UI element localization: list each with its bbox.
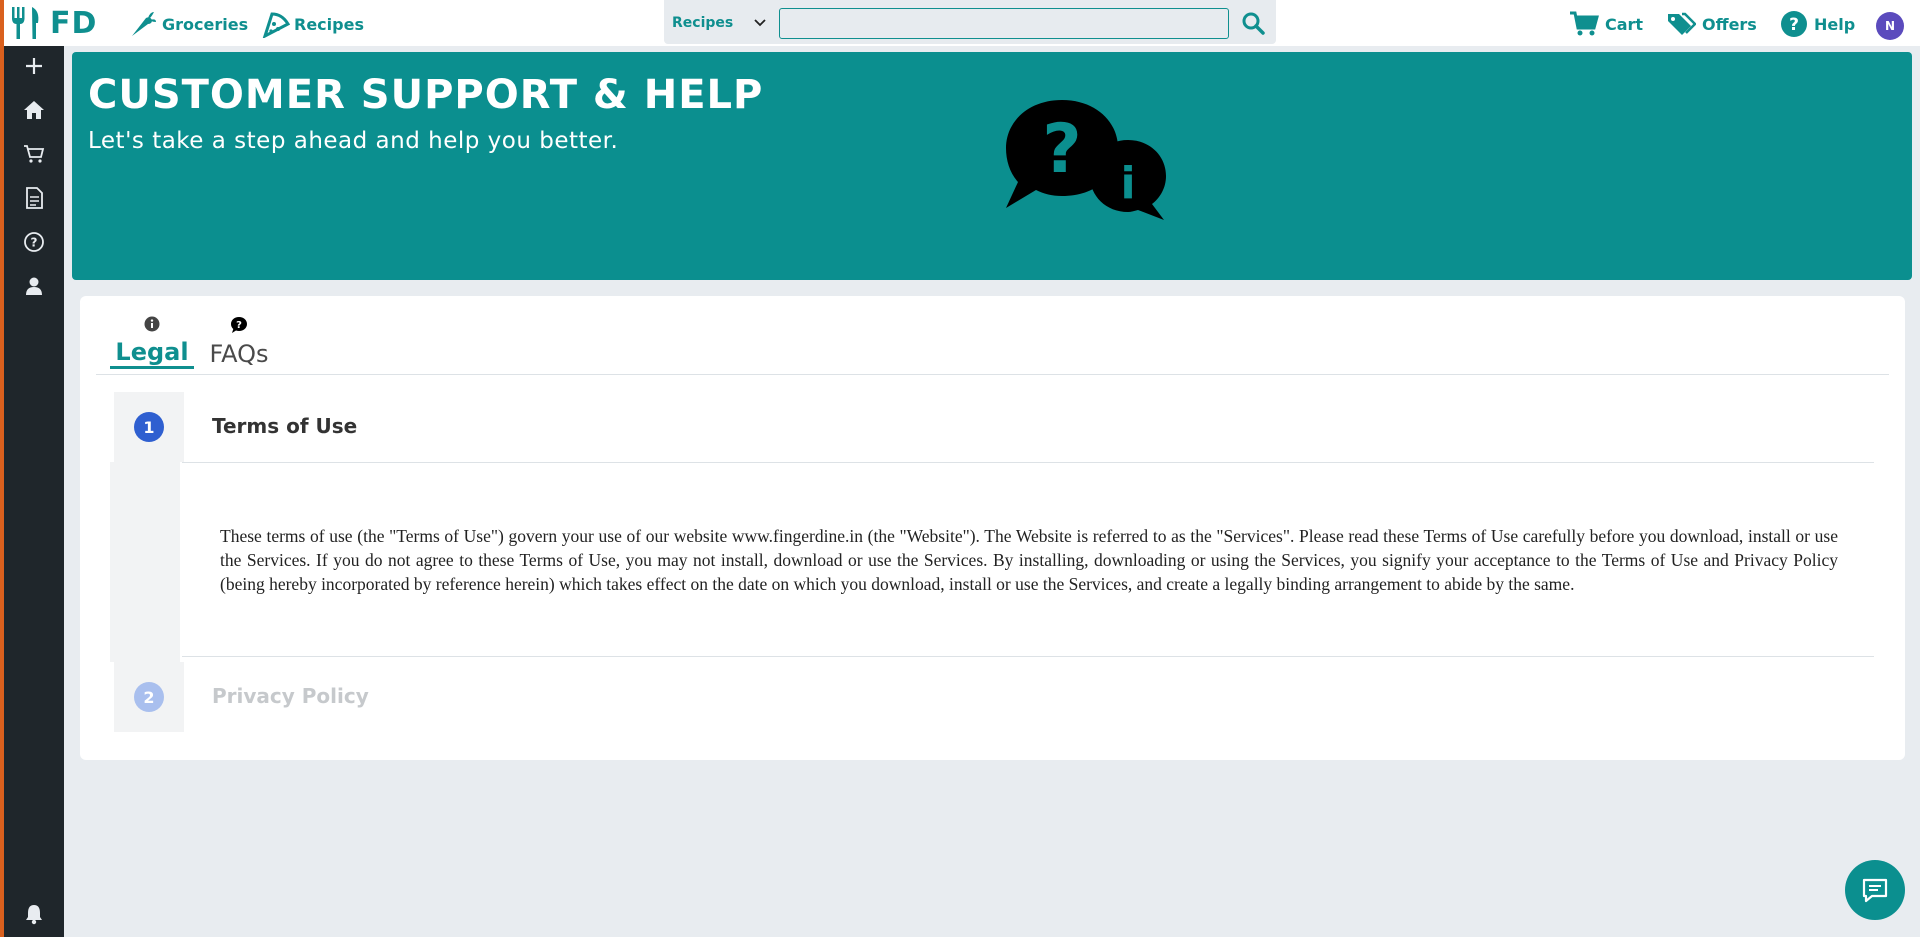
svg-text:i: i [1120, 158, 1135, 209]
step-gutter [110, 462, 180, 662]
step-number-badge: 1 [134, 412, 164, 442]
home-icon [24, 101, 44, 119]
nav-groceries[interactable]: Groceries [128, 10, 248, 38]
chevron-down-icon [754, 19, 766, 27]
search-input[interactable] [779, 8, 1229, 39]
chat-button[interactable] [1845, 860, 1905, 920]
sidebar-item-home[interactable] [22, 98, 46, 122]
user-avatar[interactable]: N [1876, 12, 1904, 40]
nav-cart-label: Cart [1605, 14, 1644, 34]
tab-faqs[interactable]: ? FAQs [202, 316, 276, 368]
question-info-bubbles-icon: ? i [1006, 100, 1166, 220]
info-icon [144, 316, 160, 332]
sidebar-item-add[interactable] [22, 54, 46, 78]
bell-icon [26, 905, 42, 925]
sidebar-item-notifications[interactable] [22, 902, 46, 926]
chat-icon [1862, 878, 1888, 903]
app-logo[interactable]: FD [8, 4, 97, 42]
question-bubble-icon: ? [231, 317, 247, 333]
tab-legal[interactable]: Legal [110, 316, 194, 369]
left-sidebar: ? [4, 46, 64, 937]
support-banner: CUSTOMER SUPPORT & HELP Let's take a ste… [72, 52, 1912, 280]
logo-text: FD [50, 5, 98, 41]
nav-recipes[interactable]: Recipes [262, 10, 364, 38]
tags-icon [1668, 12, 1696, 35]
help-circle-icon: ? [24, 232, 44, 252]
search-category-value: Recipes [672, 15, 734, 31]
nav-offers[interactable]: Offers [1666, 10, 1757, 38]
tab-faqs-label: FAQs [209, 340, 269, 368]
step-title[interactable]: Privacy Policy [212, 684, 369, 708]
carrot-icon [132, 12, 156, 36]
cart-icon [24, 145, 45, 163]
nav-help-label: Help [1814, 14, 1856, 34]
sidebar-item-help[interactable]: ? [22, 230, 46, 254]
nav-help[interactable]: ? Help [1780, 10, 1855, 38]
page-title: CUSTOMER SUPPORT & HELP [88, 72, 764, 118]
page-subtitle: Let's take a step ahead and help you bet… [88, 128, 619, 154]
terms-of-use-body: These terms of use (the "Terms of Use") … [220, 526, 1838, 594]
plus-icon [26, 58, 42, 74]
step-title[interactable]: Terms of Use [212, 414, 357, 438]
search-category-select[interactable]: Recipes [672, 10, 772, 36]
divider [182, 656, 1874, 657]
step-number: 1 [143, 417, 155, 437]
nav-offers-label: Offers [1702, 14, 1757, 34]
top-navbar: FD Groceries Recipes Recipes Cart Offers… [4, 0, 1920, 46]
sidebar-item-profile[interactable] [22, 274, 46, 298]
help-circle-icon: ? [1781, 11, 1807, 37]
step-number-badge: 2 [134, 682, 164, 712]
step-number: 2 [143, 687, 155, 707]
svg-text:?: ? [31, 236, 38, 250]
avatar-initial: N [1884, 19, 1896, 33]
svg-text:?: ? [236, 320, 242, 331]
search-icon [1242, 12, 1265, 35]
fork-knife-icon [12, 7, 39, 39]
svg-text:?: ? [1789, 15, 1799, 35]
tab-bar: Legal ? FAQs [96, 316, 1889, 375]
document-icon [26, 187, 43, 209]
step-privacy-policy: 2 Privacy Policy [114, 662, 1874, 732]
nav-cart[interactable]: Cart [1569, 10, 1643, 38]
divider [182, 462, 1874, 463]
tab-legal-label: Legal [115, 338, 189, 366]
nav-groceries-label: Groceries [162, 14, 249, 34]
legal-card: Legal ? FAQs 1 Terms of Use These terms … [80, 296, 1905, 760]
sidebar-item-cart[interactable] [22, 142, 46, 166]
nav-recipes-label: Recipes [294, 14, 364, 34]
cart-icon [1570, 11, 1599, 36]
search-bar: Recipes [664, 0, 1276, 44]
sidebar-item-orders[interactable] [22, 186, 46, 210]
user-icon [26, 277, 42, 295]
pizza-slice-icon [262, 12, 290, 38]
svg-text:?: ? [1042, 110, 1081, 189]
search-button[interactable] [1238, 8, 1268, 38]
